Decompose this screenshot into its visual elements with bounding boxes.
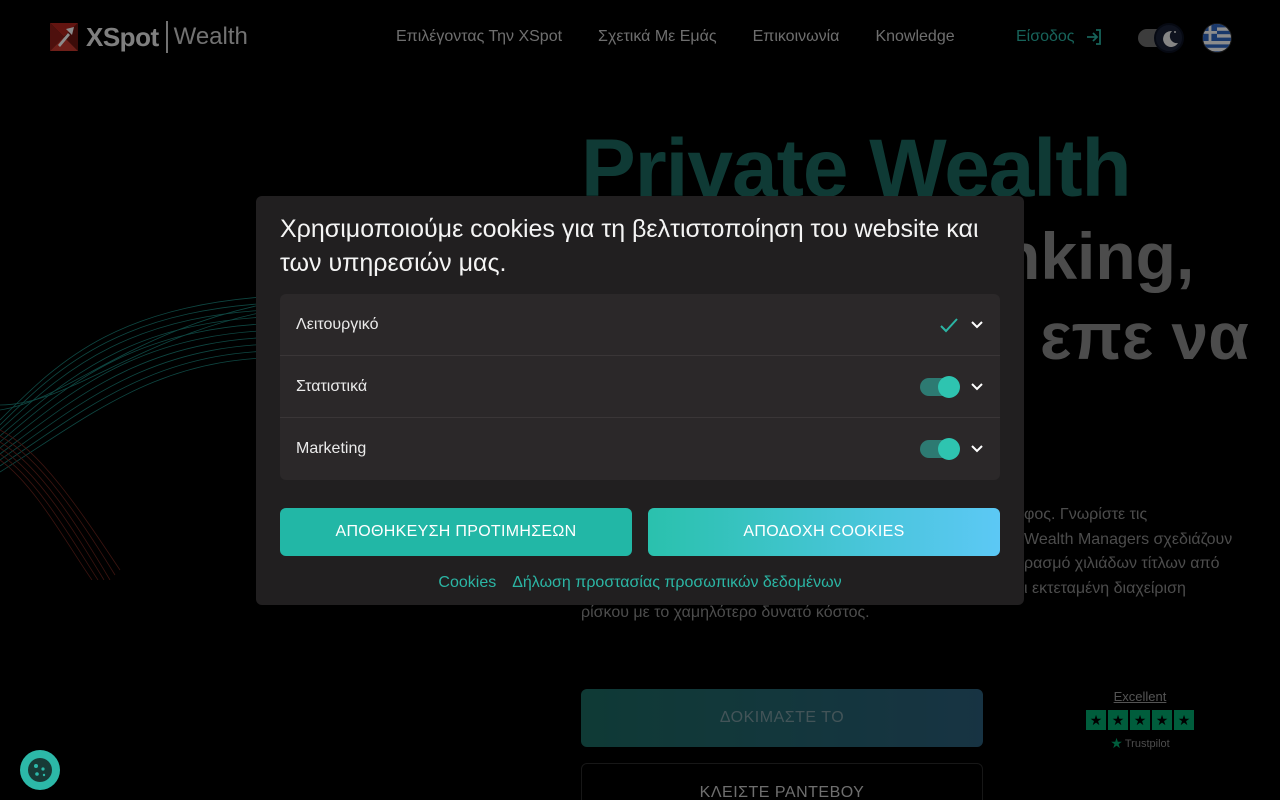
cookie-preferences-list: Λειτουργικό Στατιστικά Marketing bbox=[280, 294, 1000, 480]
checkmark-icon bbox=[940, 317, 958, 332]
pref-row-functional[interactable]: Λειτουργικό bbox=[280, 294, 1000, 356]
privacy-statement-link[interactable]: Δήλωση προστασίας προσωπικών δεδομένων bbox=[512, 574, 841, 592]
pref-label: Marketing bbox=[296, 440, 367, 457]
pref-label: Στατιστικά bbox=[296, 377, 368, 395]
cookie-modal-title: Χρησιμοποιούμε cookies για τη βελτιστοπο… bbox=[280, 215, 979, 277]
cookie-modal-links: Cookies Δήλωση προστασίας προσωπικών δεδ… bbox=[256, 574, 1024, 592]
accept-cookies-button[interactable]: ΑΠΟΔΟΧΗ COOKIES bbox=[648, 508, 1000, 556]
chevron-down-icon[interactable] bbox=[970, 380, 984, 394]
chevron-down-icon[interactable] bbox=[970, 318, 984, 332]
chevron-down-icon[interactable] bbox=[970, 442, 984, 456]
pref-label: Λειτουργικό bbox=[296, 315, 379, 333]
save-preferences-button[interactable]: ΑΠΟΘΗΚΕΥΣΗ ΠΡΟΤΙΜΗΣΕΩΝ bbox=[280, 508, 632, 556]
cookie-consent-modal: Χρησιμοποιούμε cookies για τη βελτιστοπο… bbox=[256, 196, 1024, 605]
toggle-knob bbox=[938, 438, 960, 460]
cookies-policy-link[interactable]: Cookies bbox=[438, 574, 496, 592]
pref-row-statistics[interactable]: Στατιστικά bbox=[280, 356, 1000, 418]
cookie-icon bbox=[28, 758, 52, 782]
statistics-toggle[interactable] bbox=[920, 375, 960, 398]
pref-row-marketing[interactable]: Marketing bbox=[280, 418, 1000, 480]
cookie-settings-button[interactable] bbox=[20, 750, 60, 790]
toggle-knob bbox=[938, 375, 960, 398]
marketing-toggle[interactable] bbox=[920, 438, 960, 460]
